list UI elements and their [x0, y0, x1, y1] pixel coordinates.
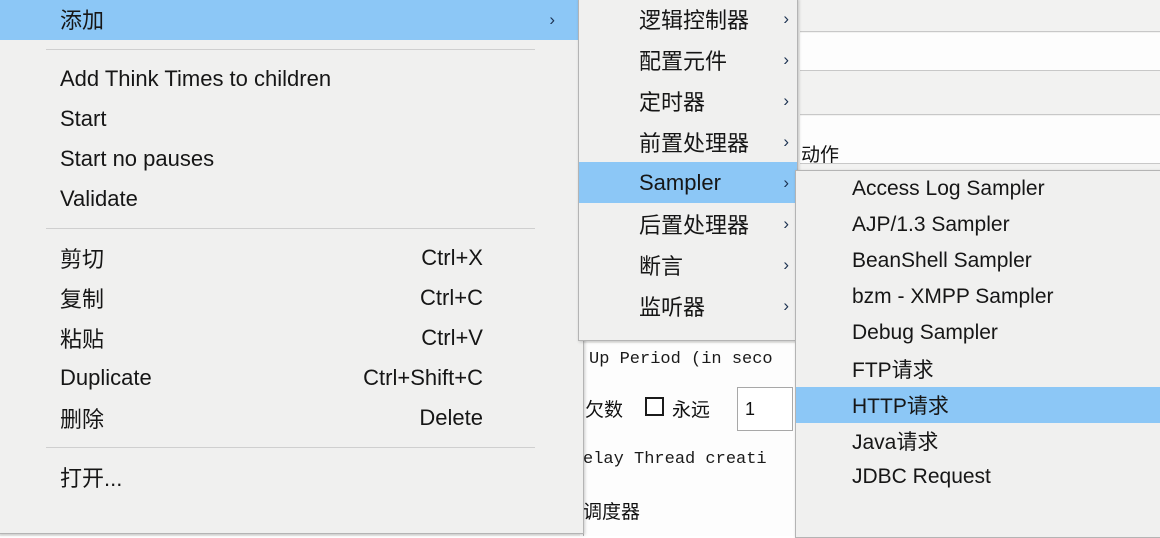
- menu-item-shortcut: Ctrl+X: [421, 245, 483, 270]
- menu-separator: [46, 228, 535, 229]
- menu-item-label: 前置处理器: [639, 130, 750, 156]
- menu-item-shortcut: Ctrl+C: [420, 285, 483, 310]
- bg-form-strip: [800, 116, 1160, 164]
- menu-item-start-no-pauses[interactable]: Start no pauses: [0, 139, 583, 179]
- menu-item-label: 复制: [60, 287, 105, 312]
- menu-item-start[interactable]: Start: [0, 99, 583, 139]
- bg-scheduler-label: 调度器: [583, 501, 641, 523]
- bg-loopcount-label: 欠数: [585, 399, 624, 421]
- menu-item-validate[interactable]: Validate: [0, 179, 583, 219]
- chevron-right-icon: ›: [783, 173, 789, 192]
- menu-item-delete[interactable]: 删除 Delete: [0, 398, 583, 438]
- menu-item-copy[interactable]: 复制 Ctrl+C: [0, 278, 583, 318]
- sampler-item-access-log-sampler[interactable]: Access Log Sampler: [796, 171, 1160, 207]
- menu-item-label: HTTP请求: [852, 395, 949, 418]
- bg-form-separator: [800, 163, 1160, 164]
- menu-item-label: Access Log Sampler: [852, 177, 1045, 200]
- menu-item-label: 打开...: [60, 466, 123, 491]
- menu-item-shortcut: Ctrl+V: [421, 325, 483, 350]
- menu-item-label: FTP请求: [852, 359, 934, 382]
- bg-action-label: 动作: [801, 144, 840, 166]
- bg-form-separator: [800, 114, 1160, 115]
- chevron-right-icon: ›: [783, 132, 789, 151]
- menu-item-label: Validate: [60, 186, 138, 211]
- bg-form-strip: [800, 0, 1160, 32]
- menu-item-label: 添加: [60, 8, 105, 33]
- menu-separator: [46, 447, 535, 448]
- submenu-item-post-processor[interactable]: 后置处理器 ›: [579, 203, 797, 244]
- chevron-right-icon: ›: [783, 50, 789, 69]
- bg-form-strip: [800, 72, 1160, 114]
- submenu-item-assertion[interactable]: 断言 ›: [579, 244, 797, 285]
- menu-item-label: 粘贴: [60, 327, 105, 352]
- menu-item-paste[interactable]: 粘贴 Ctrl+V: [0, 318, 583, 358]
- menu-item-shortcut: Ctrl+Shift+C: [363, 365, 483, 390]
- context-menu[interactable]: 添加 › Add Think Times to children Start S…: [0, 0, 584, 534]
- menu-item-label: Duplicate: [60, 365, 152, 390]
- menu-item-add-think-times[interactable]: Add Think Times to children: [0, 59, 583, 99]
- menu-item-label: 后置处理器: [639, 212, 750, 238]
- menu-item-cut[interactable]: 剪切 Ctrl+X: [0, 238, 583, 278]
- bg-form-separator: [800, 31, 1160, 32]
- menu-item-label: 逻辑控制器: [639, 7, 750, 33]
- chevron-right-icon: ›: [783, 255, 789, 274]
- bg-rampup-label: Up Period (in seco: [589, 350, 773, 369]
- menu-item-label: bzm - XMPP Sampler: [852, 285, 1054, 308]
- sampler-item-java-request[interactable]: Java请求: [796, 423, 1160, 459]
- menu-item-open[interactable]: 打开...: [0, 457, 583, 497]
- chevron-right-icon: ›: [783, 214, 789, 233]
- menu-item-label: 剪切: [60, 247, 105, 272]
- submenu-item-timer[interactable]: 定时器 ›: [579, 80, 797, 121]
- sampler-item-ajp-sampler[interactable]: AJP/1.3 Sampler: [796, 207, 1160, 243]
- chevron-right-icon: ›: [783, 296, 789, 315]
- submenu-item-listener[interactable]: 监听器 ›: [579, 285, 797, 326]
- menu-separator: [46, 49, 535, 50]
- sampler-item-ftp-request[interactable]: FTP请求: [796, 351, 1160, 387]
- add-submenu[interactable]: 逻辑控制器 › 配置元件 › 定时器 › 前置处理器 › Sampler › 后…: [578, 0, 798, 341]
- menu-item-label: 定时器: [639, 89, 706, 115]
- sampler-item-debug-sampler[interactable]: Debug Sampler: [796, 315, 1160, 351]
- forever-checkbox[interactable]: [645, 397, 664, 416]
- submenu-item-logic-controller[interactable]: 逻辑控制器 ›: [579, 0, 797, 39]
- menu-item-label: 配置元件: [639, 48, 728, 74]
- bg-form-separator: [800, 70, 1160, 71]
- bg-form-strip: [800, 33, 1160, 70]
- sampler-item-beanshell-sampler[interactable]: BeanShell Sampler: [796, 243, 1160, 279]
- menu-item-label: JDBC Request: [852, 465, 991, 488]
- menu-item-label: Java请求: [852, 431, 939, 454]
- menu-item-label: 删除: [60, 407, 105, 432]
- menu-item-add[interactable]: 添加 ›: [0, 0, 583, 40]
- chevron-right-icon: ›: [783, 9, 789, 28]
- menu-item-label: Start: [60, 106, 107, 131]
- bg-delay-thread-label: elay Thread creati: [583, 450, 767, 469]
- menu-item-label: Start no pauses: [60, 146, 215, 171]
- loop-count-input[interactable]: 1: [737, 387, 793, 431]
- menu-item-label: 监听器: [639, 294, 706, 320]
- sampler-submenu[interactable]: Access Log Sampler AJP/1.3 Sampler BeanS…: [795, 170, 1160, 538]
- sampler-item-jdbc-request[interactable]: JDBC Request: [796, 459, 1160, 495]
- menu-item-label: AJP/1.3 Sampler: [852, 213, 1010, 236]
- chevron-right-icon: ›: [783, 91, 789, 110]
- sampler-item-bzm-xmpp-sampler[interactable]: bzm - XMPP Sampler: [796, 279, 1160, 315]
- menu-item-shortcut: Delete: [419, 405, 483, 430]
- menu-item-label: Debug Sampler: [852, 321, 998, 344]
- submenu-item-sampler[interactable]: Sampler ›: [579, 162, 797, 203]
- menu-item-label: Add Think Times to children: [60, 66, 332, 91]
- bg-forever-label: 永远: [672, 399, 711, 421]
- sampler-item-http-request[interactable]: HTTP请求: [796, 387, 1160, 423]
- menu-item-duplicate[interactable]: Duplicate Ctrl+Shift+C: [0, 358, 583, 398]
- menu-item-label: Sampler: [639, 169, 721, 195]
- submenu-item-pre-processor[interactable]: 前置处理器 ›: [579, 121, 797, 162]
- submenu-item-config-element[interactable]: 配置元件 ›: [579, 39, 797, 80]
- menu-item-label: 断言: [639, 253, 684, 279]
- menu-item-label: BeanShell Sampler: [852, 249, 1032, 272]
- chevron-right-icon: ›: [549, 9, 555, 29]
